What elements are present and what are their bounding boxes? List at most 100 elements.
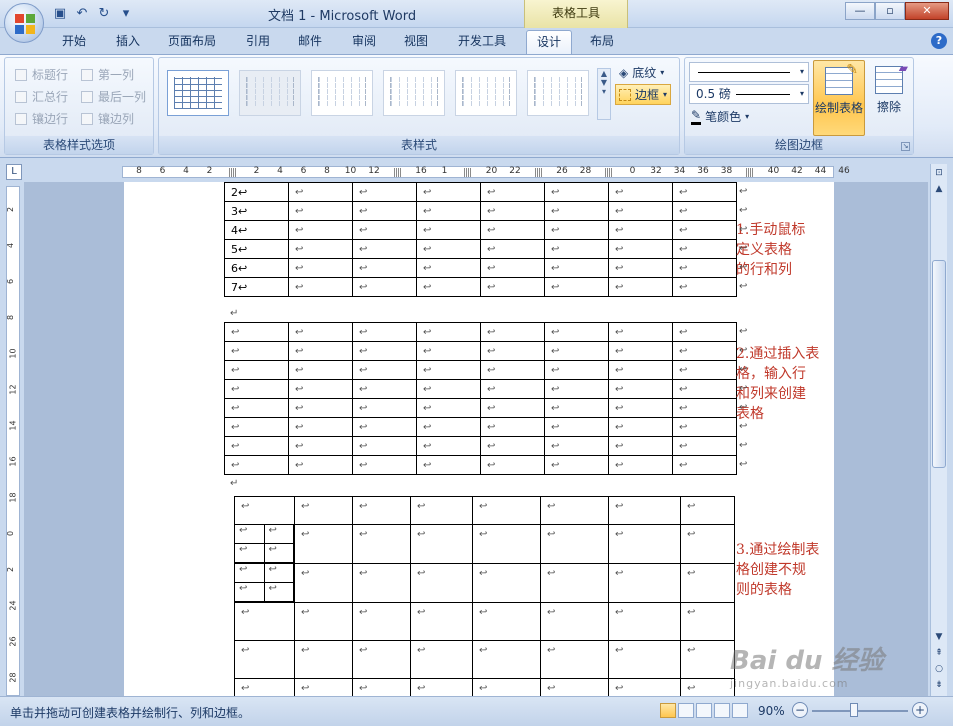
table-cell[interactable]: ↩ [672, 258, 737, 278]
dialog-launcher-icon[interactable]: ↘ [901, 142, 910, 151]
table-cell[interactable]: ↩ [352, 360, 417, 380]
table-cell[interactable]: ↩ [608, 360, 673, 380]
table-cell[interactable]: ↩ [608, 258, 673, 278]
table-cell[interactable]: ↩ [288, 239, 353, 259]
table-cell[interactable]: ↩ [480, 322, 545, 342]
option-header-row[interactable]: 标题行 [15, 66, 68, 83]
document-page[interactable]: 2↩ ↩ ↩ ↩ ↩ ↩ ↩ ↩ 3↩ ↩ ↩ ↩ ↩ ↩ ↩ ↩ 4↩ ↩ ↩ ↩ ↩ ↩ ↩ ↩ 5↩ ↩ ↩ ↩ ↩ ↩ ↩ ↩ 6↩ ↩ ↩… [124, 182, 834, 696]
table-cell[interactable]: ↩ [352, 398, 417, 418]
table-cell[interactable]: ↩ [672, 436, 737, 456]
eraser-button[interactable]: ▰ 擦除 [869, 60, 909, 136]
table-cell[interactable]: ↩ [544, 436, 609, 456]
table-cell[interactable]: ↩ [224, 455, 289, 475]
table-cell[interactable]: ↩ [416, 379, 481, 399]
table-cell[interactable]: ↩ [352, 436, 417, 456]
zoom-out-icon[interactable]: − [792, 702, 808, 718]
table-cell[interactable]: ↩ [352, 322, 417, 342]
table-cell[interactable]: ↩ [224, 341, 289, 361]
tab-view[interactable]: 视图 [398, 30, 434, 54]
column-marker[interactable] [605, 168, 613, 177]
table-cell[interactable]: ↩ [672, 182, 737, 202]
table-cell[interactable]: ↩ [288, 360, 353, 380]
table-cell[interactable]: ↩ [352, 277, 417, 297]
browse-object-icon[interactable]: ○ [932, 662, 946, 676]
table-cell[interactable]: ↩ [608, 496, 681, 525]
table-cell[interactable]: ↩ [416, 455, 481, 475]
table-cell[interactable]: ↩ [608, 239, 673, 259]
table-cell[interactable]: ↩ [410, 640, 473, 679]
table-cell[interactable]: ↩ [234, 496, 295, 525]
table-cell[interactable]: ↩ [472, 602, 541, 641]
table-cell[interactable]: ↩ [410, 602, 473, 641]
table-cell[interactable]: ↩ [264, 583, 294, 602]
table-cell[interactable]: 7↩ [224, 277, 289, 297]
table-cell[interactable]: ↩ [608, 602, 681, 641]
scroll-thumb[interactable] [932, 260, 946, 468]
table-cell[interactable]: 2↩ [224, 182, 289, 202]
table-cell[interactable]: ↩ [480, 360, 545, 380]
office-button[interactable] [4, 3, 44, 43]
table-cell[interactable]: ↩ [224, 379, 289, 399]
redo-icon[interactable]: ↻ [96, 6, 112, 22]
restore-button[interactable]: ▫ [875, 2, 905, 20]
table-cell[interactable]: ↩ [672, 417, 737, 437]
table-cell[interactable]: ↩ [480, 182, 545, 202]
table-cell[interactable]: ↩ [544, 182, 609, 202]
table-cell[interactable]: ↩ [352, 239, 417, 259]
table-cell[interactable]: ↩ [288, 417, 353, 437]
table-cell[interactable]: ↩ [544, 239, 609, 259]
table-cell[interactable]: ↩ [352, 220, 417, 240]
draw-table-button[interactable]: ✎ 绘制表格 [813, 60, 865, 136]
table-cell[interactable]: ↩ [672, 341, 737, 361]
table-cell[interactable]: ↩ [294, 602, 353, 641]
table-cell[interactable]: ↩ [294, 640, 353, 679]
table-cell[interactable]: ↩ [288, 341, 353, 361]
table-cell[interactable]: ↩ [224, 398, 289, 418]
table-style-gallery-item[interactable] [383, 70, 445, 116]
table-cell[interactable]: 3↩ [224, 201, 289, 221]
table-cell[interactable]: ↩ [288, 322, 353, 342]
document-area[interactable]: 2↩ ↩ ↩ ↩ ↩ ↩ ↩ ↩ 3↩ ↩ ↩ ↩ ↩ ↩ ↩ ↩ 4↩ ↩ ↩ ↩ ↩ ↩ ↩ ↩ 5↩ ↩ ↩ ↩ ↩ ↩ ↩ ↩ 6↩ ↩ ↩… [24, 182, 928, 696]
table-cell[interactable]: ↩ [540, 678, 609, 696]
vertical-scrollbar[interactable]: ⊡ ▲ ▼ ⇞ ○ ⇟ [930, 164, 947, 696]
nested-cells[interactable]: ↩ ↩ ↩ ↩ [235, 525, 294, 563]
table-cell[interactable]: ↩ [416, 436, 481, 456]
table-cell[interactable]: ↩ [540, 602, 609, 641]
table-cell[interactable]: ↩ [480, 417, 545, 437]
table-cell[interactable]: ↩ [234, 640, 295, 679]
table-cell[interactable]: ↩ [608, 322, 673, 342]
table-cell[interactable]: ↩ [416, 201, 481, 221]
tab-developer[interactable]: 开发工具 [452, 30, 512, 54]
table-cell[interactable]: ↩ [416, 182, 481, 202]
table-cell[interactable]: ↩ [680, 524, 735, 564]
tab-design[interactable]: 设计 [526, 30, 572, 54]
table-cell[interactable]: ↩ [410, 563, 473, 603]
table-cell[interactable]: ↩ [235, 564, 265, 583]
line-style-select[interactable]: ▾ [689, 62, 809, 82]
table-cell[interactable]: ↩ [480, 455, 545, 475]
table-cell[interactable]: ↩ [608, 379, 673, 399]
table-cell[interactable]: ↩ [288, 455, 353, 475]
pen-color-button[interactable]: ✎ 笔颜色 ▾ [691, 108, 749, 125]
table-cell[interactable]: ↩ [672, 277, 737, 297]
table-cell[interactable]: ↩ [235, 544, 265, 563]
close-button[interactable]: ✕ [905, 2, 949, 20]
table-cell[interactable]: ↩ [608, 455, 673, 475]
table-cell[interactable]: ↩ [544, 360, 609, 380]
next-page-icon[interactable]: ⇟ [932, 678, 946, 692]
table-cell[interactable]: ↩ [672, 201, 737, 221]
table-cell[interactable]: ↩ [352, 678, 411, 696]
table-style-gallery-item[interactable] [167, 70, 229, 116]
table-cell[interactable]: ↩ [480, 201, 545, 221]
table-cell[interactable]: ↩ [608, 341, 673, 361]
table-cell[interactable]: ↩ [544, 322, 609, 342]
table-cell[interactable]: ↩ [680, 640, 735, 679]
table-cell[interactable]: ↩ [224, 360, 289, 380]
table-cell[interactable]: ↩ [608, 640, 681, 679]
tab-home[interactable]: 开始 [56, 30, 92, 54]
table-cell[interactable]: ↩ [672, 239, 737, 259]
option-first-column[interactable]: 第一列 [81, 66, 134, 83]
option-total-row[interactable]: 汇总行 [15, 88, 68, 105]
table-cell[interactable]: ↩ [480, 341, 545, 361]
table-cell[interactable]: ↩ [352, 417, 417, 437]
